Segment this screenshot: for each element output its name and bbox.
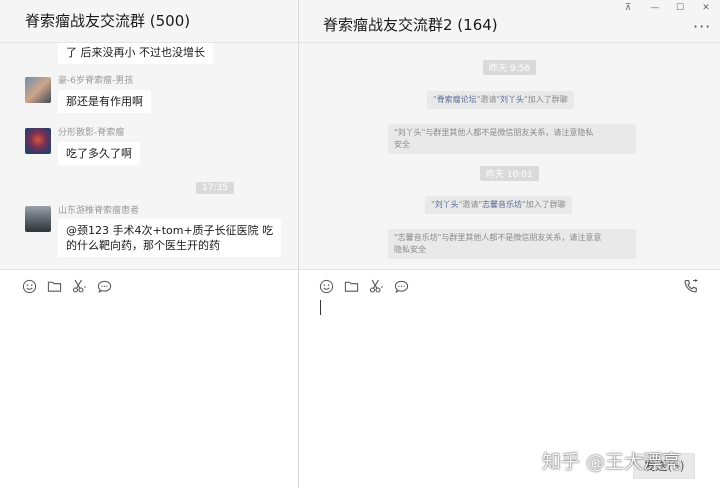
avatar[interactable] bbox=[25, 128, 51, 154]
maximize-button[interactable]: ☐ bbox=[670, 1, 690, 15]
message-bubble[interactable]: 吃了多久了啊 bbox=[58, 142, 140, 165]
watermark: 知乎 @王大漂亮 bbox=[542, 451, 682, 473]
folder-icon[interactable] bbox=[342, 277, 360, 295]
system-notice: "脊索瘤论坛"邀请"刘丫头"加入了群聊 bbox=[427, 91, 574, 109]
message-input-area[interactable] bbox=[0, 269, 298, 488]
notice-text: "刘丫头"与群里其他人都不是微信朋友关系，请注意隐私 bbox=[394, 128, 594, 137]
avatar[interactable] bbox=[25, 206, 51, 232]
notice-text: "邀请" bbox=[476, 95, 501, 104]
right-chat-pane: ⊼ — ☐ ✕ 脊索瘤战友交流群2 (164) ··· 昨天 9:56 "脊索瘤… bbox=[299, 0, 720, 488]
chat-title: 脊索瘤战友交流群2 (164) bbox=[323, 16, 498, 34]
notice-text: "邀请" bbox=[458, 200, 483, 209]
message-bubble[interactable]: 了 后来没再小 不过也没增长 bbox=[58, 43, 213, 64]
sender-name: 山东游椎脊索瘤患者 bbox=[58, 206, 140, 216]
message-list[interactable]: 了 后来没再小 不过也没增长 豪-6岁脊索瘤-男孩 那还是有作用啊 分形散影-脊… bbox=[0, 43, 298, 269]
system-notice: "刘丫头"与群里其他人都不是微信朋友关系，请注意隐私 安全 bbox=[388, 124, 636, 154]
message-list[interactable]: 昨天 9:56 "脊索瘤论坛"邀请"刘丫头"加入了群聊 "刘丫头"与群里其他人都… bbox=[299, 43, 720, 269]
more-options-icon[interactable]: ··· bbox=[693, 17, 711, 36]
left-chat-pane: 脊索瘤战友交流群 (500) 了 后来没再小 不过也没增长 豪-6岁脊索瘤-男孩… bbox=[0, 0, 298, 488]
timestamp: 17:35 bbox=[196, 182, 234, 194]
input-divider bbox=[299, 269, 720, 270]
chat-title: 脊索瘤战友交流群 (500) bbox=[25, 12, 191, 30]
avatar[interactable] bbox=[25, 77, 51, 103]
chat-bubble-icon[interactable] bbox=[392, 277, 410, 295]
input-divider bbox=[0, 269, 298, 270]
folder-icon[interactable] bbox=[45, 277, 63, 295]
inviter-link[interactable]: 刘丫头 bbox=[435, 200, 459, 209]
message-bubble[interactable]: 那还是有作用啊 bbox=[58, 90, 151, 113]
phone-call-icon[interactable] bbox=[682, 277, 700, 295]
invitee-link[interactable]: 刘丫头 bbox=[500, 95, 524, 104]
minimize-button[interactable]: — bbox=[645, 1, 665, 15]
sender-name: 分形散影-脊索瘤 bbox=[58, 128, 125, 138]
notice-text: "志馨音乐坊"与群里其他人都不是微信朋友关系，请注意意 bbox=[394, 233, 602, 242]
notice-text: 隐私安全 bbox=[394, 245, 426, 254]
emoji-icon[interactable] bbox=[20, 277, 38, 295]
sender-name: 豪-6岁脊索瘤-男孩 bbox=[58, 76, 134, 86]
notice-text: 安全 bbox=[394, 140, 410, 149]
chat-bubble-icon[interactable] bbox=[95, 277, 113, 295]
timestamp: 昨天 10:01 bbox=[480, 166, 539, 181]
timestamp: 昨天 9:56 bbox=[483, 60, 537, 75]
invitee-link[interactable]: 志馨音乐坊 bbox=[482, 200, 522, 209]
pin-icon[interactable]: ⊼ bbox=[618, 1, 638, 15]
text-cursor bbox=[320, 300, 321, 315]
scissors-icon[interactable] bbox=[70, 277, 88, 295]
system-notice: "志馨音乐坊"与群里其他人都不是微信朋友关系，请注意意 隐私安全 bbox=[388, 229, 636, 259]
message-bubble[interactable]: @颈123 手术4次+tom+质子长征医院 吃 的什么靶向药，那个医生开的药 bbox=[58, 219, 282, 257]
message-line: @颈123 手术4次+tom+质子长征医院 吃 bbox=[66, 224, 274, 237]
message-line: 的什么靶向药，那个医生开的药 bbox=[66, 239, 220, 252]
emoji-icon[interactable] bbox=[317, 277, 335, 295]
system-notice: "刘丫头"邀请"志馨音乐坊"加入了群聊 bbox=[425, 196, 572, 214]
notice-text: "加入了群聊 bbox=[524, 95, 568, 104]
inviter-link[interactable]: 脊索瘤论坛 bbox=[437, 95, 477, 104]
scissors-icon[interactable] bbox=[367, 277, 385, 295]
notice-text: "加入了群聊 bbox=[522, 200, 566, 209]
close-button[interactable]: ✕ bbox=[696, 1, 716, 15]
